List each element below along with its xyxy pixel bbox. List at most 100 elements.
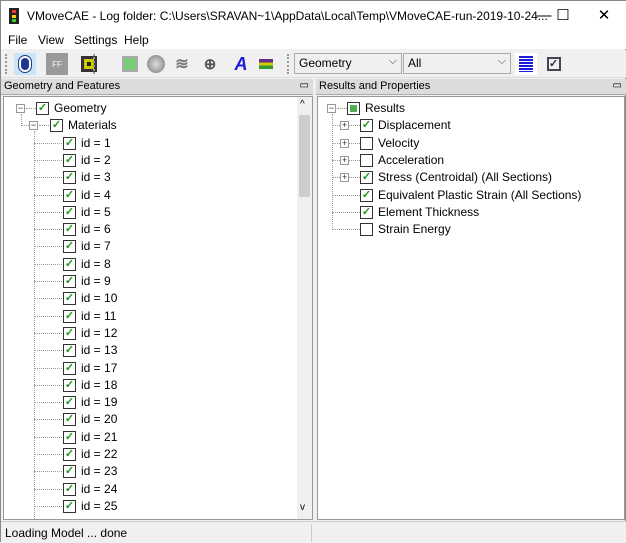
checkbox[interactable]: [360, 223, 373, 237]
layers-add-icon[interactable]: ⊕: [199, 53, 221, 75]
checkbox[interactable]: ✓: [63, 378, 76, 392]
waves-icon[interactable]: ≋: [171, 53, 193, 75]
checkbox[interactable]: ✓: [63, 361, 76, 375]
tree-item-material-label: id = 20: [81, 412, 118, 427]
checkbox[interactable]: ✓: [63, 499, 76, 513]
panel-restore-icon[interactable]: ▭: [613, 80, 622, 91]
results-tree: − Results + ✓ Displacement + Velocity + Accelera…: [317, 96, 625, 520]
tree-item-result[interactable]: ✓ Equivalent Plastic Strain (All Sections…: [318, 187, 624, 204]
checkbox[interactable]: ✓: [360, 171, 373, 185]
tree-item-material[interactable]: ✓ id = 21: [4, 429, 312, 446]
checkbox[interactable]: ✓: [50, 119, 63, 133]
checkbox[interactable]: ✓: [63, 153, 76, 167]
checkbox[interactable]: ✓: [36, 102, 49, 115]
tree-item-material[interactable]: ✓ id = 18: [4, 377, 312, 394]
toolbar-grip[interactable]: [93, 54, 96, 74]
tree-item-result[interactable]: ✓ Element Thickness: [318, 204, 624, 221]
tree-item-material-label: id = 23: [81, 464, 118, 479]
tree-item-material[interactable]: ✓ id = 10: [4, 290, 312, 307]
tree-item-result[interactable]: Strain Energy: [318, 221, 624, 238]
checkbox[interactable]: ✓: [63, 257, 76, 271]
checkbox[interactable]: [360, 136, 373, 150]
checkbox[interactable]: [347, 102, 360, 115]
tree-item-results[interactable]: Results: [318, 100, 624, 117]
checkbox[interactable]: ✓: [360, 188, 373, 202]
stack-icon[interactable]: [255, 53, 277, 75]
text-a-icon[interactable]: A: [230, 53, 252, 75]
menu-help[interactable]: Help: [124, 33, 149, 47]
entity-type-dropdown[interactable]: Geometry ⌵: [294, 53, 402, 74]
tree-item-material[interactable]: ✓ id = 3: [4, 169, 312, 186]
tree-item-material[interactable]: ✓ id = 20: [4, 411, 312, 428]
tree-item-result[interactable]: ✓ Displacement: [318, 117, 624, 134]
tree-item-material-label: id = 22: [81, 447, 118, 461]
tree-item-material[interactable]: ✓ id = 6: [4, 221, 312, 238]
checkbox[interactable]: ✓: [63, 292, 76, 306]
tree-item-materials[interactable]: ✓ Materials: [4, 117, 312, 134]
checkbox[interactable]: ✓: [63, 430, 76, 444]
checkbox[interactable]: ✓: [360, 119, 373, 133]
tree-item-material[interactable]: ✓ id = 13: [4, 342, 312, 359]
checkbox[interactable]: ✓: [63, 275, 76, 288]
tree-item-material[interactable]: ✓ id = 4: [4, 187, 312, 204]
scroll-down-icon[interactable]: v: [300, 502, 305, 513]
cube-icon[interactable]: [119, 53, 141, 75]
tree-item-material[interactable]: ✓ id = 25: [4, 498, 312, 515]
tree-item-material[interactable]: ✓ id = 17: [4, 360, 312, 377]
checkbox[interactable]: ✓: [63, 188, 76, 202]
tree-item-material[interactable]: ✓ id = 23: [4, 463, 312, 480]
left-panel-header: Geometry and Features ▭: [1, 79, 313, 95]
toolbar-grip[interactable]: [5, 54, 8, 74]
tree-item-geometry[interactable]: ✓ Geometry: [4, 100, 312, 117]
filter-dropdown[interactable]: All ⌵: [403, 53, 511, 74]
checkbox[interactable]: ✓: [63, 240, 76, 254]
checkbox[interactable]: ✓: [63, 465, 76, 479]
tree-item-material[interactable]: ✓ id = 24: [4, 481, 312, 498]
close-button[interactable]: ✕: [581, 1, 626, 31]
checkbox[interactable]: ✓: [63, 396, 76, 410]
checkbox[interactable]: ✓: [63, 205, 76, 219]
checkbox[interactable]: ✓: [63, 309, 76, 323]
status-divider: [311, 524, 312, 542]
tree-item-result[interactable]: ✓ Stress (Centroidal) (All Sections): [318, 169, 624, 186]
tree-item-material-label: id = 17: [81, 360, 118, 375]
disc-icon[interactable]: [145, 53, 167, 75]
toolbar-grip[interactable]: [287, 54, 290, 74]
tree-item-material[interactable]: ✓ id = 11: [4, 308, 312, 325]
tree-item-material[interactable]: ✓ id = 2: [4, 152, 312, 169]
menu-view[interactable]: View: [38, 33, 64, 47]
checkbox[interactable]: ✓: [63, 344, 76, 358]
tree-item-material[interactable]: ✓ id = 19: [4, 394, 312, 411]
checkbox[interactable]: ✓: [63, 482, 76, 496]
tree-item-result[interactable]: Acceleration: [318, 152, 624, 169]
tree-item-material-label: id = 25: [81, 498, 118, 513]
menu-file[interactable]: File: [8, 33, 27, 47]
checkbox[interactable]: ✓: [63, 223, 76, 237]
checkbox[interactable]: ✓: [360, 205, 373, 219]
maximize-button[interactable]: ☐: [540, 1, 586, 31]
ff-icon[interactable]: FF: [46, 53, 68, 75]
tree-item-material[interactable]: ✓ id = 12: [4, 325, 312, 342]
checkbox-windows-icon[interactable]: ✓: [543, 53, 565, 75]
checkbox[interactable]: ✓: [63, 136, 76, 150]
panel-restore-icon[interactable]: ▭: [300, 80, 309, 91]
tree-item-material[interactable]: ✓ id = 22: [4, 446, 312, 463]
scrollbar-thumb[interactable]: [299, 115, 310, 197]
checkbox[interactable]: ✓: [63, 413, 76, 427]
checkbox[interactable]: [360, 153, 373, 167]
tree-item-material[interactable]: ✓ id = 5: [4, 204, 312, 221]
checkbox[interactable]: ✓: [63, 326, 76, 340]
list-lines-icon[interactable]: [515, 53, 537, 75]
checkbox[interactable]: ✓: [63, 171, 76, 185]
window-title: VMoveCAE - Log folder: C:\Users\SRAVAN~1…: [27, 9, 548, 23]
tree-item-material[interactable]: ✓ id = 8: [4, 256, 312, 273]
save-icon[interactable]: [78, 53, 100, 75]
tree-item-material[interactable]: ✓ id = 7: [4, 238, 312, 255]
tree-item-material[interactable]: ✓ id = 1: [4, 135, 312, 152]
checkbox[interactable]: ✓: [63, 448, 76, 461]
tree-item-result[interactable]: Velocity: [318, 135, 624, 152]
menu-settings[interactable]: Settings: [74, 33, 117, 47]
scroll-up-icon[interactable]: ^: [300, 99, 305, 110]
tree-item-material[interactable]: ✓ id = 9: [4, 273, 312, 290]
open-icon[interactable]: [14, 53, 36, 75]
